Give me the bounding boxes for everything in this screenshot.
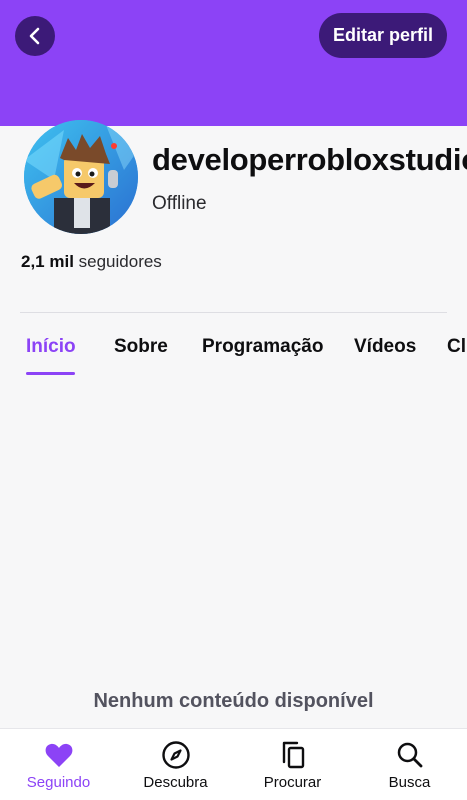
- tab-clipes[interactable]: Clipes: [447, 336, 467, 358]
- nav-label: Seguindo: [26, 774, 91, 791]
- tab-videos[interactable]: Vídeos: [354, 336, 416, 358]
- chevron-left-icon: [29, 27, 40, 45]
- compass-icon: [161, 740, 191, 770]
- tab-programacao[interactable]: Programação: [202, 336, 323, 358]
- empty-content-message: Nenhum conteúdo disponível: [93, 690, 374, 712]
- avatar-image: [24, 120, 138, 234]
- avatar[interactable]: [24, 120, 138, 234]
- nav-procurar[interactable]: Procurar: [234, 729, 351, 800]
- nav-seguindo[interactable]: Seguindo: [0, 729, 117, 800]
- nav-label: Procurar: [263, 774, 322, 791]
- nav-label: Descubra: [143, 774, 208, 791]
- tab-inicio[interactable]: Início: [26, 336, 76, 358]
- followers-label: seguidores: [73, 252, 162, 271]
- active-tab-indicator: [26, 372, 75, 375]
- username: developerrobloxstudio: [152, 142, 467, 177]
- search-icon: [395, 740, 425, 770]
- followers-count[interactable]: 2,1 mil seguidores: [21, 252, 162, 272]
- back-button[interactable]: [15, 16, 55, 56]
- heart-icon: [44, 740, 74, 770]
- edit-profile-button[interactable]: Editar perfil: [319, 13, 447, 58]
- copy-icon: [278, 740, 308, 770]
- tab-sobre[interactable]: Sobre: [114, 336, 168, 358]
- profile-tabs: Início Sobre Programação Vídeos Clipes: [0, 330, 467, 376]
- nav-busca[interactable]: Busca: [351, 729, 467, 800]
- nav-label: Busca: [388, 774, 431, 791]
- nav-descubra[interactable]: Descubra: [117, 729, 234, 800]
- divider: [20, 312, 447, 313]
- followers-number: 2,1 mil: [21, 252, 74, 271]
- live-status: Offline: [152, 193, 207, 214]
- bottom-navigation: Seguindo Descubra Procurar Busca: [0, 728, 467, 800]
